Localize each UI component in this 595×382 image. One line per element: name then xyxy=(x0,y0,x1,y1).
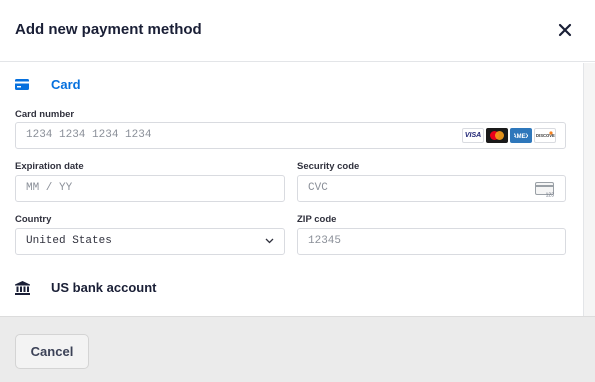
zip-label: ZIP code xyxy=(297,214,337,225)
country-select[interactable]: United States xyxy=(15,228,285,255)
chevron-down-icon xyxy=(265,238,274,244)
modal-title: Add new payment method xyxy=(15,21,202,38)
tab-us-bank-account-label: US bank account xyxy=(51,280,157,295)
card-number-input[interactable]: 1234 1234 1234 1234 VISA AMEX DISCOVER xyxy=(15,122,566,149)
tab-us-bank-account[interactable]: US bank account xyxy=(0,273,583,303)
scrollbar[interactable] xyxy=(583,63,595,316)
cvc-card-icon: 123 xyxy=(535,182,555,198)
cancel-button[interactable]: Cancel xyxy=(15,334,89,369)
mastercard-icon xyxy=(486,128,508,143)
security-code-label: Security code xyxy=(297,161,360,172)
modal-body: Card Card number 1234 1234 1234 1234 VIS… xyxy=(0,63,583,316)
expiration-label: Expiration date xyxy=(15,161,84,172)
tab-card-label: Card xyxy=(51,77,81,92)
discover-icon: DISCOVER xyxy=(534,128,556,143)
card-brand-icons: VISA AMEX DISCOVER xyxy=(462,128,556,143)
credit-card-icon xyxy=(15,79,29,90)
expiration-placeholder: MM / YY xyxy=(26,182,73,194)
visa-icon: VISA xyxy=(462,128,484,143)
modal-header: Add new payment method xyxy=(0,0,595,62)
zip-placeholder: 12345 xyxy=(308,235,342,247)
close-button[interactable] xyxy=(552,17,578,43)
security-code-placeholder: CVC xyxy=(308,182,328,194)
security-code-input[interactable]: CVC 123 xyxy=(297,175,566,202)
tab-card[interactable]: Card xyxy=(0,71,583,99)
svg-text:AMEX: AMEX xyxy=(514,134,528,140)
country-label: Country xyxy=(15,214,52,225)
card-number-placeholder: 1234 1234 1234 1234 xyxy=(26,129,152,141)
modal-footer: Cancel xyxy=(0,316,595,382)
close-icon xyxy=(558,23,572,37)
zip-input[interactable]: 12345 xyxy=(297,228,566,255)
amex-icon: AMEX xyxy=(510,128,532,143)
card-number-label: Card number xyxy=(15,109,75,120)
cvc-icon-text: 123 xyxy=(546,193,555,198)
bank-icon xyxy=(15,281,30,295)
country-value: United States xyxy=(26,235,112,247)
expiration-input[interactable]: MM / YY xyxy=(15,175,285,202)
